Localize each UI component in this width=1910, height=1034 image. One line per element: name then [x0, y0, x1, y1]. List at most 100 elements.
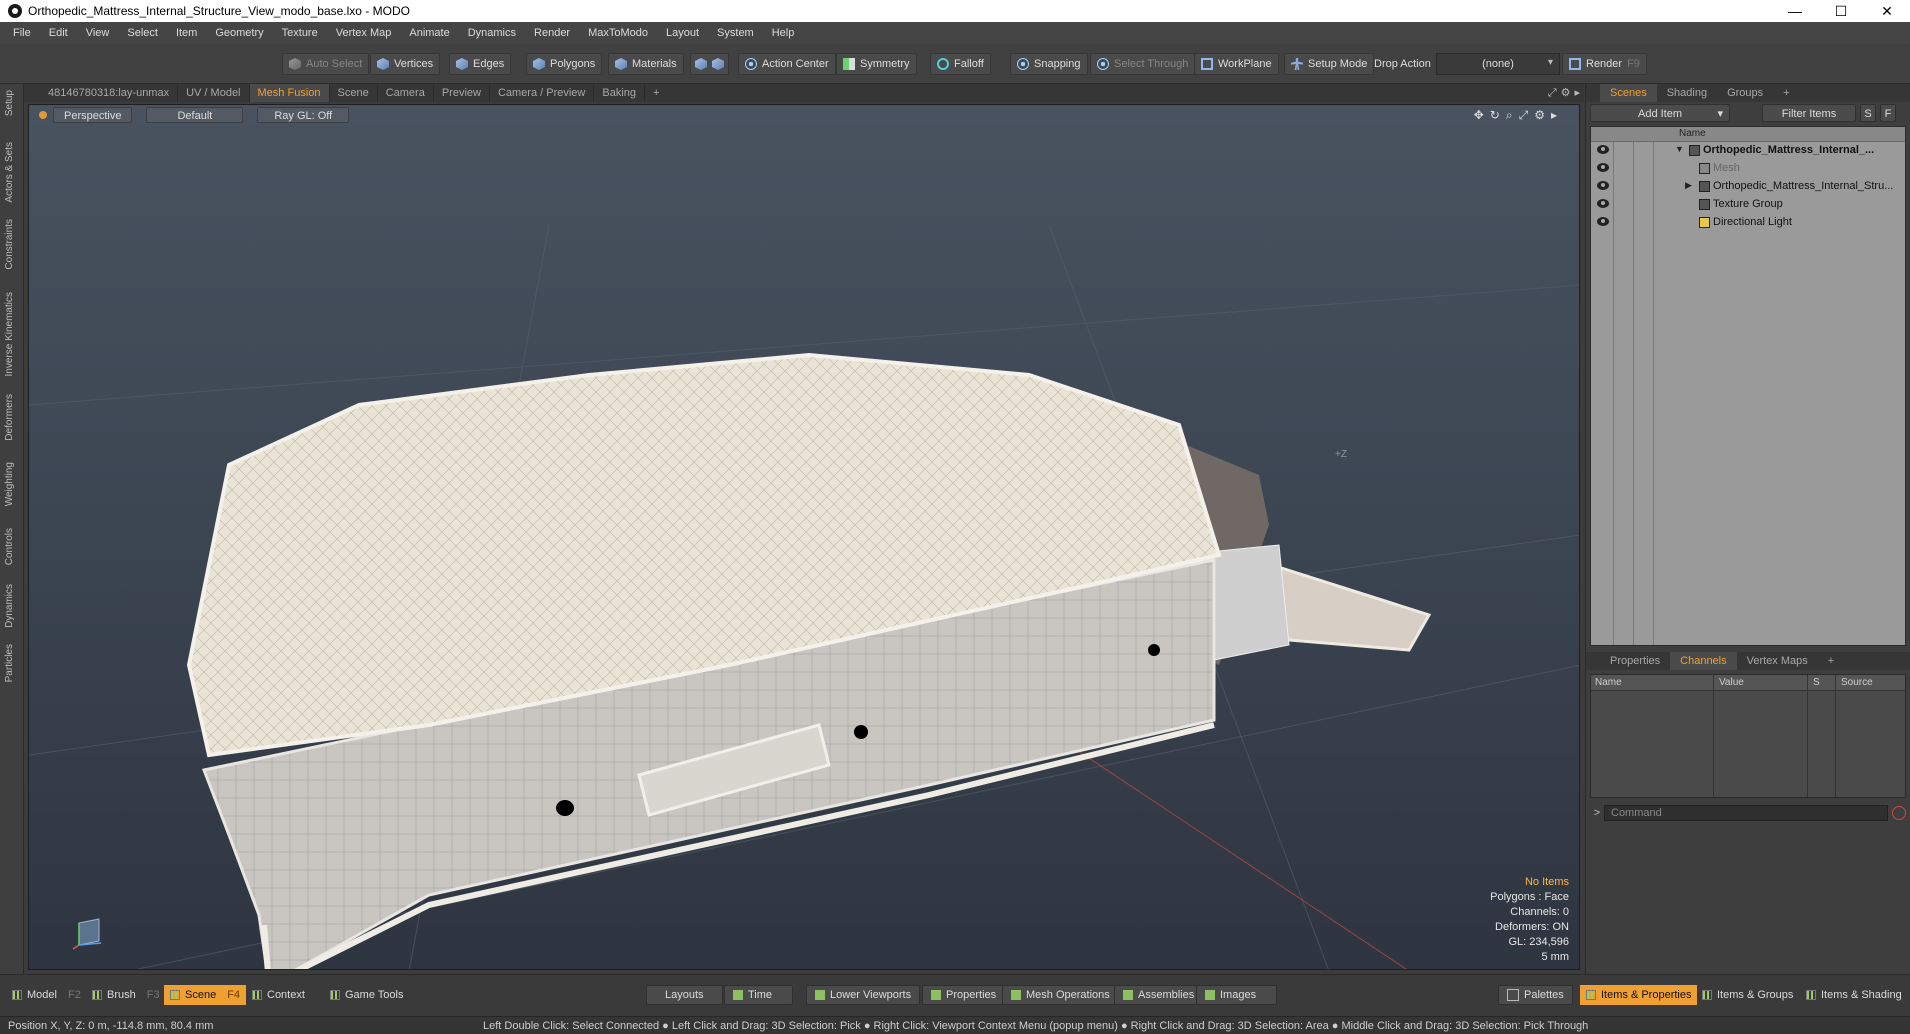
- images-button[interactable]: Images: [1196, 985, 1278, 1005]
- context-layout-button[interactable]: Context: [246, 985, 311, 1005]
- add-item-button[interactable]: Add Item ▾: [1590, 104, 1730, 122]
- viewport-more-icon[interactable]: ▸: [1551, 108, 1557, 123]
- eye-icon[interactable]: [1597, 217, 1609, 226]
- tab-dynamics[interactable]: Dynamics: [4, 584, 15, 628]
- raygl-button[interactable]: Ray GL: Off: [257, 107, 350, 123]
- workplane-button[interactable]: WorkPlane: [1194, 53, 1279, 75]
- viewport-options-icon[interactable]: [39, 111, 47, 119]
- menu-render[interactable]: Render: [525, 27, 579, 39]
- tab-constraints[interactable]: Constraints: [4, 219, 15, 270]
- edges-button[interactable]: Edges: [449, 53, 512, 75]
- menu-texture[interactable]: Texture: [273, 27, 327, 39]
- menu-system[interactable]: System: [708, 27, 763, 39]
- filter-items-input[interactable]: Filter Items: [1762, 104, 1856, 122]
- select-through-button[interactable]: Select Through: [1090, 53, 1196, 75]
- symmetry-button[interactable]: Symmetry: [836, 53, 917, 75]
- render-button[interactable]: Render F9: [1562, 53, 1647, 75]
- menu-animate[interactable]: Animate: [400, 27, 458, 39]
- action-center-button[interactable]: Action Center: [738, 53, 836, 75]
- tab-controls[interactable]: Controls: [4, 528, 15, 565]
- mesh-operations-button[interactable]: Mesh Operations: [1002, 985, 1119, 1005]
- eye-icon[interactable]: [1597, 145, 1609, 154]
- model-layout-button[interactable]: Model F2: [6, 985, 87, 1005]
- tab-vertex-maps[interactable]: Vertex Maps: [1737, 652, 1818, 670]
- record-icon[interactable]: [1892, 806, 1906, 820]
- menu-layout[interactable]: Layout: [657, 27, 708, 39]
- menu-file[interactable]: File: [4, 27, 40, 39]
- minimize-button[interactable]: —: [1772, 0, 1818, 22]
- tree-item-mesh-group[interactable]: ▶ Orthopedic_Mattress_Internal_Stru...: [1591, 178, 1905, 196]
- s-toggle-button[interactable]: S: [1860, 104, 1876, 122]
- tree-item-root[interactable]: ▼ Orthopedic_Mattress_Internal_...: [1591, 142, 1905, 160]
- f-toggle-button[interactable]: F: [1880, 104, 1896, 122]
- tab-inverse-kinematics[interactable]: Inverse Kinematics: [4, 292, 15, 376]
- rotate-view-icon[interactable]: ↻: [1490, 108, 1500, 123]
- menu-dynamics[interactable]: Dynamics: [459, 27, 525, 39]
- tab-properties[interactable]: Properties: [1600, 652, 1670, 670]
- add-tab-button[interactable]: +: [645, 84, 667, 102]
- properties-button[interactable]: Properties: [922, 985, 1006, 1005]
- assemblies-button[interactable]: Assemblies: [1114, 985, 1204, 1005]
- tree-item-texture-group[interactable]: Texture Group: [1591, 196, 1905, 214]
- close-button[interactable]: ✕: [1864, 0, 1910, 22]
- time-button[interactable]: Time: [724, 985, 794, 1005]
- tab-setup[interactable]: Setup: [4, 90, 15, 116]
- eye-icon[interactable]: [1597, 163, 1609, 172]
- viewport-layout-icons[interactable]: ⤢⚙▸: [1548, 86, 1584, 100]
- items-properties-layout-button[interactable]: Items & Properties: [1580, 985, 1698, 1005]
- tab-layout-unmax[interactable]: 48146780318:lay-unmax: [40, 84, 179, 102]
- expand-icon[interactable]: ▶: [1685, 180, 1692, 191]
- fit-view-icon[interactable]: ⤢: [1519, 108, 1529, 123]
- command-input[interactable]: Command: [1604, 805, 1888, 821]
- menu-maxtomodo[interactable]: MaxToModo: [579, 27, 657, 39]
- auto-select-button[interactable]: Auto Select: [282, 53, 370, 75]
- tab-camera-preview[interactable]: Camera / Preview: [490, 84, 595, 102]
- materials-button[interactable]: Materials: [608, 53, 684, 75]
- scene-layout-button[interactable]: Scene F4: [164, 985, 247, 1005]
- tab-channels[interactable]: Channels: [1670, 652, 1737, 670]
- menu-item[interactable]: Item: [167, 27, 206, 39]
- game-tools-layout-button[interactable]: Game Tools: [324, 985, 410, 1005]
- tab-groups[interactable]: Groups: [1717, 84, 1773, 102]
- tab-shading[interactable]: Shading: [1657, 84, 1717, 102]
- palettes-button[interactable]: Palettes: [1498, 985, 1573, 1005]
- polygons-button[interactable]: Polygons: [526, 53, 603, 75]
- layouts-button[interactable]: Layouts: [646, 985, 723, 1005]
- move-view-icon[interactable]: ✥: [1474, 108, 1484, 123]
- expand-icon[interactable]: ▼: [1675, 144, 1684, 154]
- tab-preview[interactable]: Preview: [434, 84, 490, 102]
- tab-particles[interactable]: Particles: [4, 644, 15, 682]
- shading-button[interactable]: Default: [146, 107, 244, 123]
- tab-scene[interactable]: Scene: [330, 84, 378, 102]
- menu-select[interactable]: Select: [118, 27, 167, 39]
- menu-vertex-map[interactable]: Vertex Map: [327, 27, 401, 39]
- tab-uv-model[interactable]: UV / Model: [178, 84, 250, 102]
- items-groups-layout-button[interactable]: Items & Groups: [1696, 985, 1799, 1005]
- add-lower-tab-button[interactable]: +: [1818, 652, 1844, 670]
- 3d-viewport[interactable]: Perspective Default Ray GL: Off ✥ ↻ ⌕ ⤢ …: [28, 104, 1580, 970]
- vertices-button[interactable]: Vertices: [370, 53, 441, 75]
- menu-geometry[interactable]: Geometry: [206, 27, 272, 39]
- eye-icon[interactable]: [1597, 181, 1609, 190]
- drop-action-select[interactable]: (none): [1436, 53, 1560, 75]
- lower-viewports-button[interactable]: Lower Viewports: [806, 985, 921, 1005]
- tab-mesh-fusion[interactable]: Mesh Fusion: [249, 84, 330, 102]
- tab-actors-sets[interactable]: Actors & Sets: [4, 142, 15, 203]
- snapping-button[interactable]: Snapping: [1010, 53, 1088, 75]
- menu-view[interactable]: View: [77, 27, 119, 39]
- tab-baking[interactable]: Baking: [594, 84, 646, 102]
- tab-weighting[interactable]: Weighting: [4, 462, 15, 506]
- tab-deformers[interactable]: Deformers: [4, 394, 15, 441]
- zoom-view-icon[interactable]: ⌕: [1506, 108, 1513, 123]
- tab-camera[interactable]: Camera: [378, 84, 434, 102]
- brush-layout-button[interactable]: Brush F3: [86, 985, 166, 1005]
- menu-help[interactable]: Help: [763, 27, 804, 39]
- viewport-settings-icon[interactable]: ⚙: [1534, 108, 1545, 123]
- maximize-button[interactable]: ☐: [1818, 0, 1864, 22]
- menu-edit[interactable]: Edit: [40, 27, 77, 39]
- items-shading-layout-button[interactable]: Items & Shading: [1800, 985, 1908, 1005]
- tab-scenes[interactable]: Scenes: [1600, 84, 1657, 102]
- projection-button[interactable]: Perspective: [53, 107, 133, 123]
- tree-item-mesh[interactable]: Mesh: [1591, 160, 1905, 178]
- shield-tool-button[interactable]: [690, 53, 729, 75]
